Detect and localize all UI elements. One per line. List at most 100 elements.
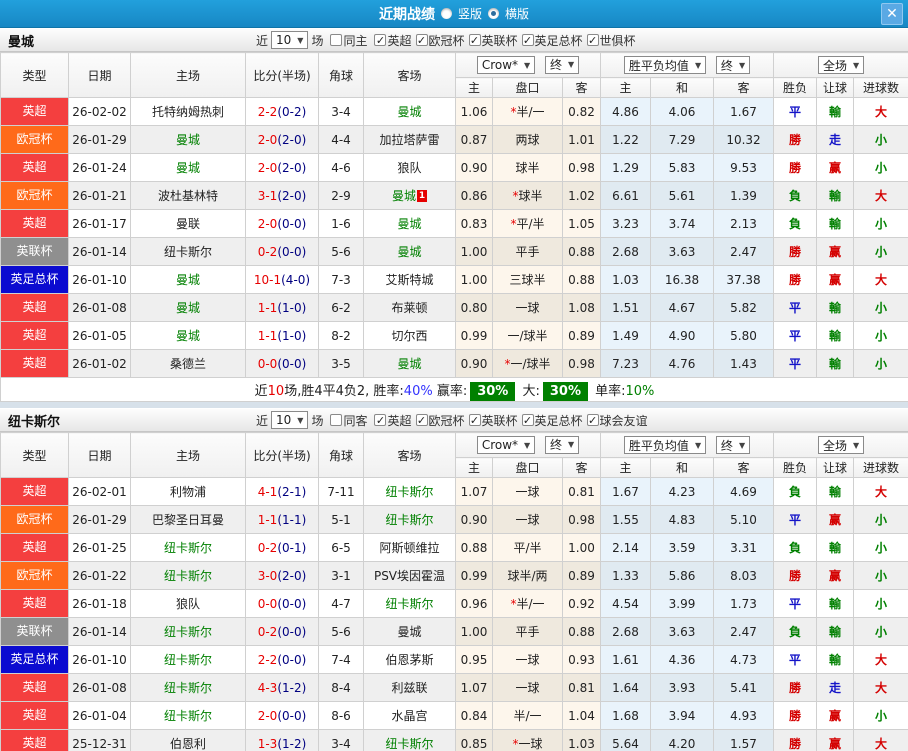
halftime-score: (2-1) xyxy=(277,485,306,499)
away-team-cell: 阿斯顿维拉 xyxy=(364,534,456,562)
checkbox-unchecked-icon[interactable] xyxy=(330,414,342,426)
wdl-avg-select[interactable]: 胜平负均值▼ xyxy=(624,436,706,454)
subcol-win: 主 xyxy=(601,458,651,478)
result-cell: 勝 xyxy=(774,154,817,182)
halftime-score: (0-0) xyxy=(277,357,306,371)
recent-count-select[interactable]: 10 ▼ xyxy=(271,31,308,49)
away-team-cell: 纽卡斯尔 xyxy=(364,730,456,751)
handicap-cell: *一球 xyxy=(493,730,563,751)
checkbox-checked-icon[interactable]: ✓ xyxy=(469,414,481,426)
section-bar: 纽卡斯尔 近 10 ▼ 场 同客 ✓英超✓欧冠杯✓英联杯✓英足总杯✓球会友谊 xyxy=(0,408,908,432)
subcol-handicap: 盘口 xyxy=(493,78,563,98)
titlebar: 近期战绩 竖版 横版 ✕ xyxy=(0,0,908,28)
avg-win-cell: 1.03 xyxy=(601,266,651,294)
handicap-away-odds-cell: 0.89 xyxy=(563,562,601,590)
goals-result-cell: 大 xyxy=(854,674,908,702)
away-team-name: 曼城 xyxy=(397,245,421,259)
home-team-cell: 纽卡斯尔 xyxy=(131,702,246,730)
league-filter[interactable]: ✓欧冠杯 xyxy=(416,412,465,429)
horizontal-view-label[interactable]: 横版 xyxy=(505,5,529,22)
away-team-name: 水晶宫 xyxy=(391,709,427,723)
home-team-name: 巴黎圣日耳曼 xyxy=(152,513,224,527)
same-venue-filter[interactable]: 同客 xyxy=(330,412,367,429)
checkbox-checked-icon[interactable]: ✓ xyxy=(522,34,534,46)
home-team-cell: 纽卡斯尔 xyxy=(131,618,246,646)
handicap-cell: *平/半 xyxy=(493,210,563,238)
league-filter[interactable]: ✓球会友谊 xyxy=(587,412,648,429)
checkbox-checked-icon[interactable]: ✓ xyxy=(374,414,386,426)
handicap-cell: 半/一 xyxy=(493,702,563,730)
bookmaker-select[interactable]: Crow*▼ xyxy=(477,436,535,454)
handicap-star: * xyxy=(510,217,516,231)
full-match-value: 全场 xyxy=(823,57,847,74)
vertical-view-label[interactable]: 竖版 xyxy=(458,5,482,22)
vertical-view-radio[interactable] xyxy=(441,8,452,19)
chevron-down-icon: ▼ xyxy=(853,61,859,70)
score-cell: 2-0(2-0) xyxy=(246,126,319,154)
horizontal-view-radio[interactable] xyxy=(488,8,499,19)
bookmaker-select[interactable]: Crow*▼ xyxy=(477,56,535,74)
fulltime-score: 10-1 xyxy=(254,273,281,287)
handicap-cell: *半/一 xyxy=(493,98,563,126)
avg-draw-cell: 4.06 xyxy=(651,98,714,126)
checkbox-checked-icon[interactable]: ✓ xyxy=(469,34,481,46)
avg-win-cell: 2.68 xyxy=(601,238,651,266)
league-filter[interactable]: ✓英联杯 xyxy=(469,412,518,429)
handicap-time-select[interactable]: 终▼ xyxy=(545,436,579,454)
home-team-cell: 曼城 xyxy=(131,126,246,154)
score-cell: 1-3(1-2) xyxy=(246,730,319,751)
league-filter[interactable]: ✓英超 xyxy=(374,32,411,49)
avg-win-cell: 1.64 xyxy=(601,674,651,702)
league-badge: 欧冠杯 xyxy=(1,126,68,153)
checkbox-checked-icon[interactable]: ✓ xyxy=(587,414,599,426)
checkbox-checked-icon[interactable]: ✓ xyxy=(416,34,428,46)
avg-lose-cell: 5.41 xyxy=(714,674,774,702)
league-filter[interactable]: ✓英联杯 xyxy=(469,32,518,49)
section-bar: 曼城 近 10 ▼ 场 同主 ✓英超✓欧冠杯✓英联杯✓英足总杯✓世俱杯 xyxy=(0,28,908,52)
avg-lose-cell: 1.57 xyxy=(714,730,774,751)
league-filter[interactable]: ✓世俱杯 xyxy=(587,32,636,49)
checkbox-checked-icon[interactable]: ✓ xyxy=(374,34,386,46)
halftime-score: (2-0) xyxy=(277,133,306,147)
checkbox-checked-icon[interactable]: ✓ xyxy=(587,34,599,46)
handicap-result-cell: 輸 xyxy=(817,646,854,674)
league-filter[interactable]: ✓英超 xyxy=(374,412,411,429)
col-corner: 角球 xyxy=(319,53,364,98)
home-team-name: 曼城 xyxy=(176,273,200,287)
checkbox-unchecked-icon[interactable] xyxy=(330,34,342,46)
league-filter[interactable]: ✓欧冠杯 xyxy=(416,32,465,49)
results-table: 类型 日期 主场 比分(半场) 角球 客场 Crow*▼ 终▼ 胜平负均值▼ 终… xyxy=(0,52,908,402)
wdl-time-select[interactable]: 终▼ xyxy=(716,436,750,454)
corner-cell: 8-2 xyxy=(319,322,364,350)
same-venue-filter[interactable]: 同主 xyxy=(330,32,367,49)
wdl-avg-select[interactable]: 胜平负均值▼ xyxy=(624,56,706,74)
handicap-away-odds-cell: 0.81 xyxy=(563,478,601,506)
league-type-cell: 英联杯 xyxy=(1,618,69,646)
avg-lose-cell: 5.80 xyxy=(714,322,774,350)
wdl-time-select[interactable]: 终▼ xyxy=(716,56,750,74)
handicap-time-select[interactable]: 终▼ xyxy=(545,56,579,74)
full-match-select[interactable]: 全场 ▼ xyxy=(818,56,864,74)
full-match-select[interactable]: 全场▼ xyxy=(818,436,864,454)
close-button[interactable]: ✕ xyxy=(881,3,903,25)
handicap-home-odds-cell: 0.83 xyxy=(456,210,493,238)
league-badge: 英超 xyxy=(1,590,68,617)
league-filter-label: 世俱杯 xyxy=(600,32,636,49)
avg-draw-cell: 3.74 xyxy=(651,210,714,238)
away-team-cell: 布莱顿 xyxy=(364,294,456,322)
checkbox-checked-icon[interactable]: ✓ xyxy=(522,414,534,426)
home-team-cell: 桑德兰 xyxy=(131,350,246,378)
recent-count-select[interactable]: 10 ▼ xyxy=(271,411,308,429)
result-group-header: 全场 ▼ xyxy=(774,53,908,78)
league-type-cell: 英超 xyxy=(1,674,69,702)
away-team-name: 艾斯特城 xyxy=(385,273,433,287)
away-team-name: PSV埃因霍温 xyxy=(374,569,445,583)
away-team-name: 曼城 xyxy=(397,357,421,371)
result-cell: 勝 xyxy=(774,126,817,154)
halftime-score: (0-0) xyxy=(277,709,306,723)
chevron-down-icon: ▼ xyxy=(297,36,303,45)
checkbox-checked-icon[interactable]: ✓ xyxy=(416,414,428,426)
league-filter[interactable]: ✓英足总杯 xyxy=(522,32,583,49)
subcol-handicap-away: 客 xyxy=(563,78,601,98)
league-filter[interactable]: ✓英足总杯 xyxy=(522,412,583,429)
